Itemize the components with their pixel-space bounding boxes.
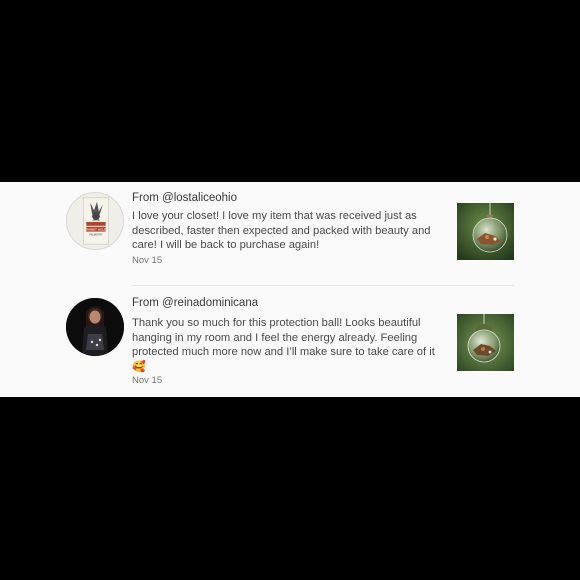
review-author: From @lostaliceohio [132,192,237,204]
review-date: Nov 15 [132,375,163,386]
review-author: From @reinadominicana [132,297,258,309]
avatar-cover-line-2: RABBIT HOLE [86,228,106,232]
reviewer-username[interactable]: @reinadominicana [162,297,258,309]
reviews-panel: ALICE RABBIT HOLE PALMISTRY From @lostal… [0,182,580,397]
reviewer-avatar[interactable]: ALICE RABBIT HOLE PALMISTRY [66,192,124,250]
avatar-cover-line-3: PALMISTRY [90,233,103,236]
glass-orb-ornament-icon [457,203,514,260]
from-label: From [132,297,159,309]
item-thumbnail[interactable] [457,314,514,371]
book-cover-avatar-icon: ALICE RABBIT HOLE PALMISTRY [67,193,123,249]
review-text: I love your closet! I love my item that … [132,210,431,251]
avatar-cover-line-1: ALICE [92,219,100,222]
reviewer-username[interactable]: @lostaliceohio [162,192,237,204]
smiling-hearts-emoji: 🥰 [132,360,146,373]
review-item: From @reinadominicana Thank you so much … [0,286,580,397]
item-thumbnail[interactable] [457,203,514,260]
user-photo-avatar-icon [66,298,124,356]
review-text-content: Thank you so much for this protection ba… [132,317,435,358]
from-label: From [132,192,159,204]
review-text: Thank you so much for this protection ba… [132,316,450,374]
review-item: ALICE RABBIT HOLE PALMISTRY From @lostal… [0,182,580,285]
reviewer-avatar[interactable] [66,298,124,356]
review-date: Nov 15 [132,255,163,266]
glass-orb-ornament-icon [457,314,514,371]
